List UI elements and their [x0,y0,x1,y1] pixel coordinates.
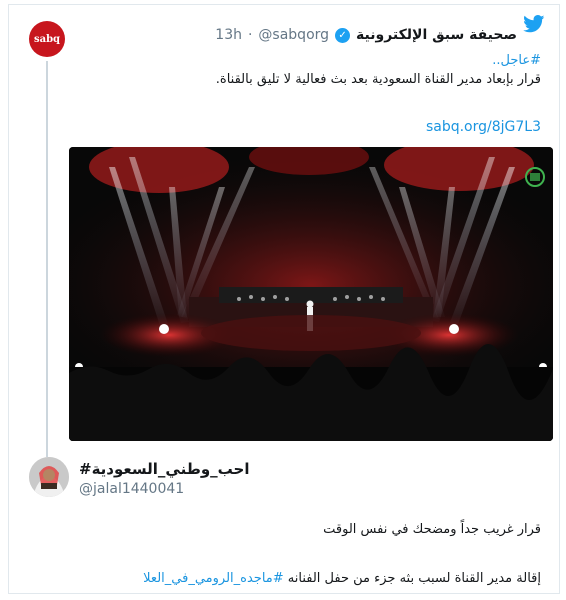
avatar-logo-text: sabq [33,33,61,45]
verified-badge-icon: ✓ [335,27,351,43]
user-handle[interactable]: @sabqorg [258,27,329,43]
hashtag-link[interactable]: #عاجل.. [492,53,541,68]
reply-text: إقالة مدير القناة لسبب بثه جزء من حفل ال… [287,571,541,586]
hashtag-link[interactable]: #ماجده_الرومي_في_العلا [143,571,283,586]
avatar[interactable] [29,457,69,497]
tweet-text: قرار بإبعاد مدير القناة السعودية بعد بث … [215,72,541,87]
thread-connector [46,61,48,457]
tweet-thread-card: sabq صحيفة سبق الإلكترونية ✓ @sabqorg · … [8,4,560,594]
reply-text-line: إقالة مدير القناة لسبب بثه جزء من حفل ال… [143,571,541,586]
user-handle[interactable]: @jalal1440041 [79,481,184,497]
concert-stage-photo [69,147,553,441]
separator-dot: · [247,27,253,43]
timestamp[interactable]: 13h [215,27,242,43]
tweet-header: صحيفة سبق الإلكترونية ✓ @sabqorg · 13h [215,27,517,43]
display-name[interactable]: صحيفة سبق الإلكترونية [356,27,517,43]
reply-text-line: قرار غريب جداً ومضحك في نفس الوقت [323,522,541,537]
tweet-media-image[interactable] [69,147,553,441]
url-link[interactable]: sabq.org/8jG7L3 [426,119,541,135]
twitter-bird-icon[interactable] [523,15,545,33]
display-name[interactable]: احب_وطني_السعودية# [79,460,250,478]
profile-photo [29,457,69,497]
avatar[interactable]: sabq [29,21,65,57]
